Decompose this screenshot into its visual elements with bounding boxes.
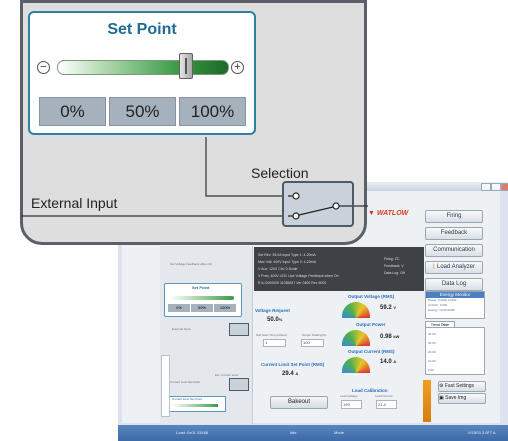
set-point-slider[interactable] (57, 60, 229, 75)
plus-icon: + (234, 61, 241, 73)
increment-button[interactable]: + (231, 61, 244, 74)
set-point-title: Set Point (107, 21, 177, 38)
external-input-label: External Input (31, 195, 118, 211)
preset-0-button[interactable]: 0% (39, 97, 106, 126)
switch-icon (288, 192, 352, 220)
decrement-button[interactable]: − (37, 61, 50, 74)
minus-icon: − (40, 61, 47, 73)
selection-label: Selection (251, 165, 309, 181)
preset-100-button[interactable]: 100% (179, 97, 246, 126)
preset-50-button[interactable]: 50% (109, 97, 176, 126)
slider-thumb[interactable] (179, 53, 193, 79)
